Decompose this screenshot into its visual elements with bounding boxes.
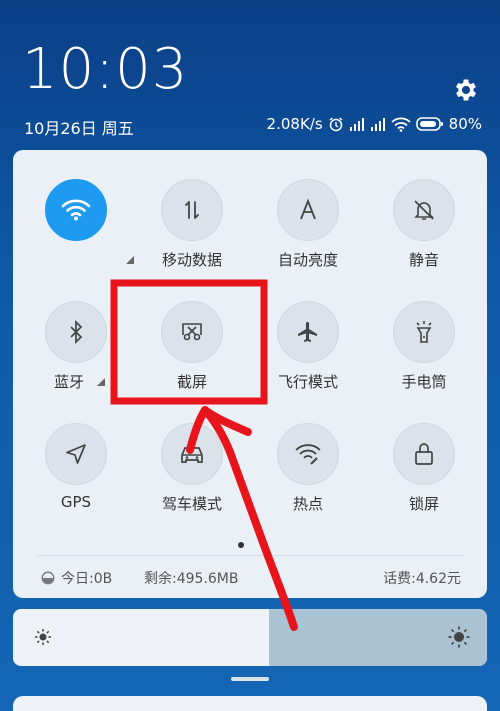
date-label: 10月26日 周五 xyxy=(24,119,134,138)
usage-today: 今日:0B xyxy=(41,568,112,588)
toggle-label: 锁屏 xyxy=(408,495,439,513)
battery-percent: 80% xyxy=(448,115,482,133)
mobile-data-icon xyxy=(161,179,223,241)
brightness-low-icon xyxy=(35,629,51,645)
expand-arrow-icon[interactable] xyxy=(97,378,105,386)
toggle-lock-screen[interactable]: 锁屏 xyxy=(374,423,474,533)
toggle-label: 手电筒 xyxy=(401,373,447,391)
toggle-label: 静音 xyxy=(408,251,439,269)
usage-remaining: 剩余:495.6MB xyxy=(144,571,239,587)
toggle-label: 热点 xyxy=(292,495,323,513)
gps-icon xyxy=(45,423,107,485)
toggle-hotspot[interactable]: 热点 xyxy=(258,423,358,533)
toggle-label: 驾车模式 xyxy=(161,495,222,513)
network-speed: 2.08K/s xyxy=(266,115,323,133)
hotspot-icon xyxy=(277,423,339,485)
toggle-airplane[interactable]: 飞行模式 xyxy=(258,301,358,411)
toggle-label: 截屏 xyxy=(176,373,207,391)
toggle-label: GPS xyxy=(60,493,92,511)
toggle-label: 移动数据 xyxy=(161,251,222,269)
toggle-label: 飞行模式 xyxy=(277,373,338,391)
divider xyxy=(37,555,463,556)
lock-icon xyxy=(393,423,455,485)
auto-brightness-icon xyxy=(277,179,339,241)
toggle-flashlight[interactable]: 手电筒 xyxy=(374,301,474,411)
alarm-icon xyxy=(329,117,343,132)
toggle-wifi[interactable] xyxy=(26,179,126,289)
wifi-icon xyxy=(45,179,107,241)
toggle-bluetooth[interactable]: 蓝牙 xyxy=(26,301,126,411)
mute-bell-icon xyxy=(393,179,455,241)
toggle-screenshot[interactable]: 截屏 xyxy=(142,301,242,411)
gear-icon[interactable] xyxy=(452,76,480,104)
signal-icon xyxy=(370,118,385,131)
phone-fee: 话费:4.62元 xyxy=(383,571,461,587)
toggle-gps[interactable]: GPS xyxy=(26,423,126,533)
toggle-label: 蓝牙 xyxy=(53,373,84,391)
page-indicator xyxy=(238,542,244,548)
status-header: 10:03 10月26日 周五 2.08K/s 80% xyxy=(0,0,500,150)
status-icons: 2.08K/s 80% xyxy=(267,115,482,133)
brightness-slider[interactable] xyxy=(13,609,487,666)
signal-icon xyxy=(349,118,364,131)
clock: 10:03 xyxy=(22,37,189,102)
screenshot-icon xyxy=(161,301,223,363)
expand-arrow-icon[interactable] xyxy=(126,256,134,264)
toggle-mobile-data[interactable]: 移动数据 xyxy=(142,179,242,289)
car-icon xyxy=(161,423,223,485)
drag-handle[interactable] xyxy=(231,677,269,681)
bluetooth-icon xyxy=(45,301,107,363)
toggle-auto-brightness[interactable]: 自动亮度 xyxy=(258,179,358,289)
usage-today-label: 今日:0B xyxy=(61,571,113,587)
toggle-driving-mode[interactable]: 驾车模式 xyxy=(142,423,242,533)
flashlight-icon xyxy=(393,301,455,363)
data-usage-icon xyxy=(41,571,55,585)
airplane-icon xyxy=(277,301,339,363)
brightness-high-icon xyxy=(448,626,470,648)
quick-settings-panel: 移动数据 自动亮度 静音 蓝牙 截屏 飞行模式 手电筒 GPS 驾车模式 热点 … xyxy=(13,150,487,598)
toggle-mute[interactable]: 静音 xyxy=(374,179,474,289)
wifi-status-icon xyxy=(391,117,411,132)
toggle-label: 自动亮度 xyxy=(277,251,338,269)
notification-card xyxy=(13,696,487,711)
battery-icon xyxy=(415,117,443,131)
